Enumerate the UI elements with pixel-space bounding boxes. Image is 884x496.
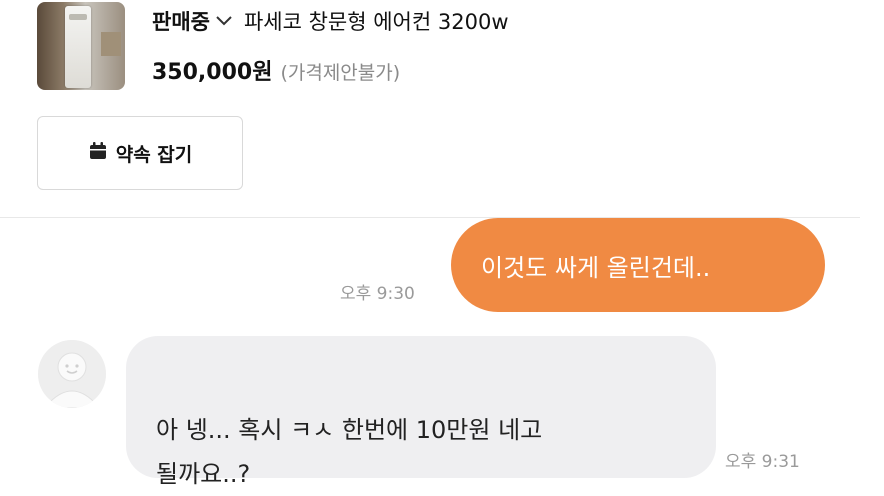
calendar-icon bbox=[88, 141, 108, 165]
product-title[interactable]: 파세코 창문형 에어컨 3200w bbox=[244, 6, 509, 36]
product-price: 350,000원 bbox=[152, 60, 273, 85]
incoming-message-text: 아 넹... 혹시 ㅋㅅ 한번에 10만원 네고 될까요..? bbox=[156, 416, 543, 488]
sale-status-dropdown[interactable]: 판매중 bbox=[152, 6, 210, 36]
incoming-message-bubble[interactable]: 아 넹... 혹시 ㅋㅅ 한번에 10만원 네고 될까요..? bbox=[126, 336, 716, 488]
thumbnail-aircon-panel bbox=[69, 14, 87, 20]
price-row: 350,000원 (가격제안불가) bbox=[152, 54, 400, 86]
thumbnail-background bbox=[101, 32, 121, 56]
product-thumbnail[interactable] bbox=[37, 2, 125, 90]
outgoing-message-time: 오후 9:30 bbox=[340, 284, 415, 304]
make-appointment-button[interactable]: 약속 잡기 bbox=[37, 116, 243, 190]
default-avatar-icon[interactable] bbox=[38, 340, 106, 408]
chevron-down-icon[interactable] bbox=[216, 16, 232, 26]
outgoing-message-text: 이것도 싸게 올린건데.. bbox=[481, 253, 711, 282]
incoming-message-time: 오후 9:31 bbox=[725, 452, 800, 472]
appointment-label: 약속 잡기 bbox=[115, 143, 193, 166]
outgoing-message-bubble[interactable]: 이것도 싸게 올린건데.. bbox=[451, 218, 825, 312]
product-header: 판매중 파세코 창문형 에어컨 3200w bbox=[152, 6, 509, 36]
negotiation-note: (가격제안불가) bbox=[280, 62, 401, 84]
